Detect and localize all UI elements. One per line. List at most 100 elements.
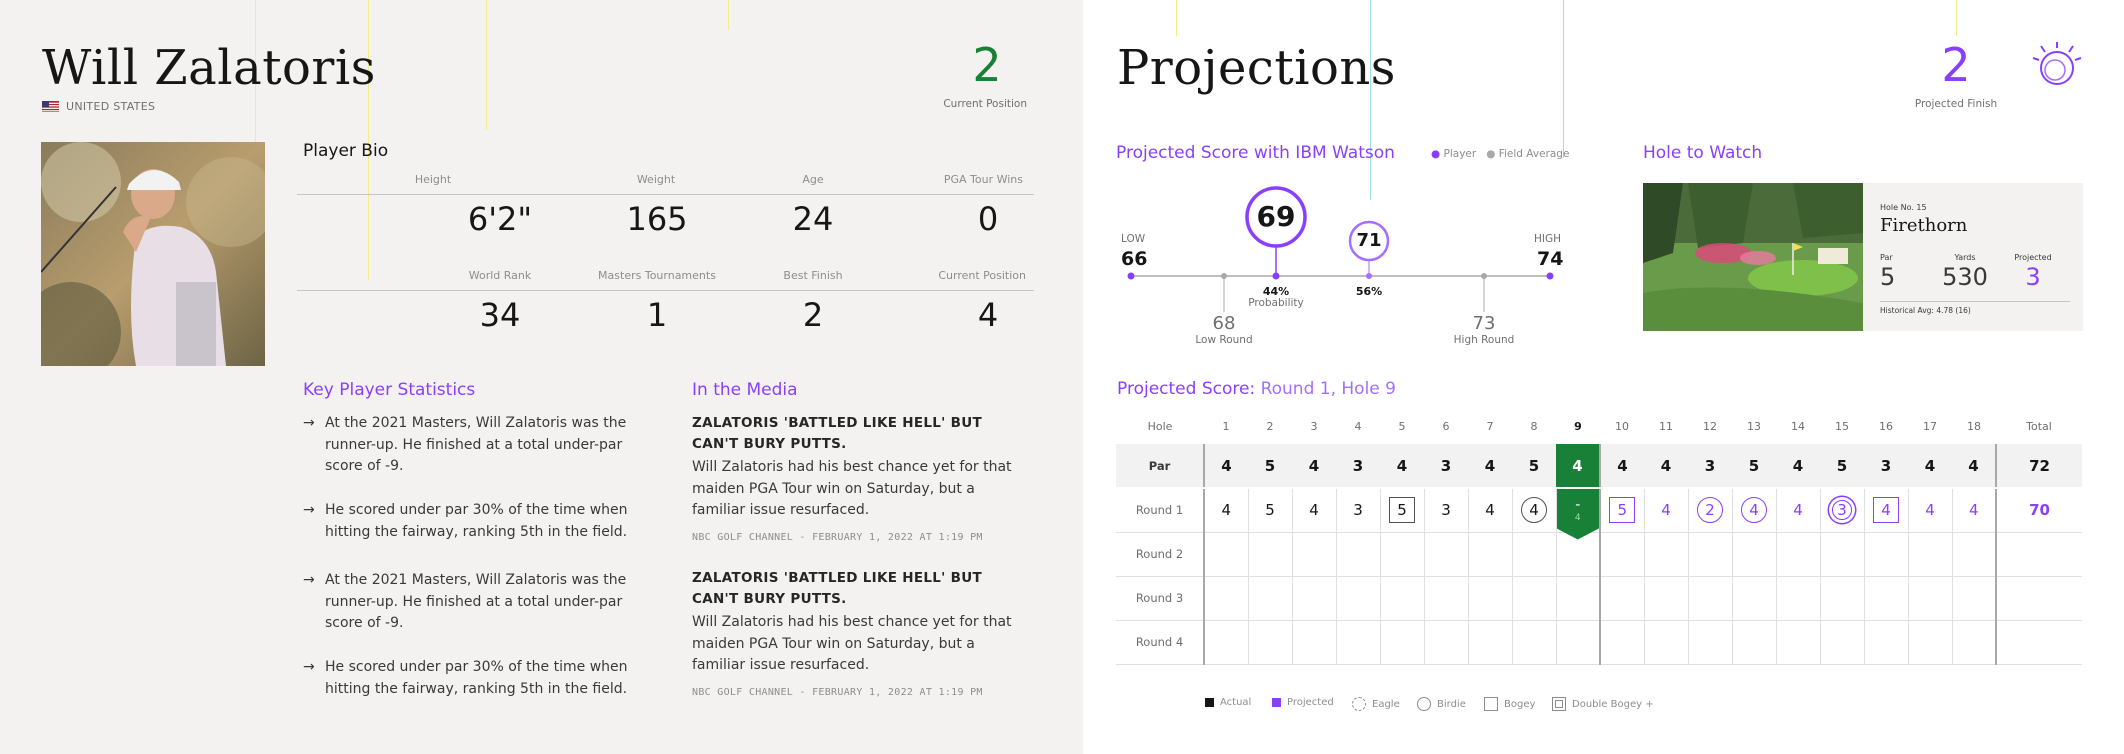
par-cell: 4 xyxy=(1776,444,1820,489)
score-legend: ● Player ● Field Average xyxy=(1431,148,1569,160)
stat-label: Weight xyxy=(636,173,676,186)
round-2-label: Round 2 xyxy=(1116,532,1204,577)
stat-value: 24 xyxy=(792,200,834,238)
par-cell: 3 xyxy=(1424,444,1468,489)
eagle-icon xyxy=(1352,697,1366,711)
hole-name: Firethorn xyxy=(1880,215,1968,236)
stat-label: Current Position xyxy=(938,269,1026,282)
legend-eagle: Eagle xyxy=(1352,697,1400,711)
stat-label: World Rank xyxy=(468,269,532,282)
hole-number: 1 xyxy=(1222,419,1230,433)
divider xyxy=(297,194,1034,195)
media-headline[interactable]: ZALATORIS 'BATTLED LIKE HELL' BUT CAN'T … xyxy=(692,413,1022,455)
media-article[interactable]: ZALATORIS 'BATTLED LIKE HELL' BUT CAN'T … xyxy=(692,413,1022,543)
score-cell: 4 xyxy=(1643,488,1688,533)
par-cell: 5 xyxy=(1248,444,1292,489)
par-row-label: Par xyxy=(1116,444,1204,489)
hole-number: 14 xyxy=(1791,419,1805,433)
score-cell: 4 xyxy=(1907,488,1952,533)
par-cell: 5 xyxy=(1732,444,1776,489)
guide-line xyxy=(1563,0,1564,158)
key-stat-item: → He scored under par 30% of the time whe… xyxy=(303,502,628,540)
round-1-label: Round 1 xyxy=(1116,488,1204,533)
birdie-mark: 4 xyxy=(1521,497,1547,524)
hole-number: 11 xyxy=(1659,419,1673,433)
media-meta: NBC GOLF CHANNEL - FEBRUARY 1, 2022 AT 1… xyxy=(692,531,983,543)
par-cell: 3 xyxy=(1688,444,1732,489)
guide-line xyxy=(1176,0,1177,36)
guide-line xyxy=(486,0,487,130)
guide-line xyxy=(1956,0,1957,36)
score-cell: 3 xyxy=(1819,488,1864,533)
bogey-mark: 5 xyxy=(1389,497,1415,524)
stat-label: Height xyxy=(414,173,452,186)
bio-title: Player Bio xyxy=(303,141,389,161)
par-cell: 4 xyxy=(1292,444,1336,489)
score-cell: 5 xyxy=(1379,488,1424,533)
score-cell: 4 xyxy=(1731,488,1776,533)
divider xyxy=(1880,301,2070,302)
player-photo xyxy=(41,142,265,366)
media-meta: NBC GOLF CHANNEL - FEBRUARY 1, 2022 AT 1… xyxy=(692,686,983,698)
actual-swatch-icon xyxy=(1205,698,1214,707)
hole-number: 12 xyxy=(1703,419,1717,433)
par-cell: 4 xyxy=(1599,444,1644,489)
hole-number: 4 xyxy=(1354,419,1362,433)
total-header: Total xyxy=(2026,419,2052,433)
stat-label: Masters Tournaments xyxy=(598,269,716,282)
probability-label: Probability xyxy=(1248,297,1304,309)
legend-double-bogey: Double Bogey + xyxy=(1552,697,1654,711)
legend-player: ● Player xyxy=(1431,148,1477,160)
hole-number: 16 xyxy=(1879,419,1893,433)
low-round-value: 68 xyxy=(1212,313,1236,334)
media-body: Will Zalatoris had his best chance yet f… xyxy=(692,614,1012,673)
round-4-label: Round 4 xyxy=(1116,620,1204,665)
score-cell: 4 xyxy=(1863,488,1908,533)
arrow-right-icon: → xyxy=(303,502,315,518)
hole-number: 17 xyxy=(1923,419,1937,433)
stat-value: 4 xyxy=(977,296,999,334)
round-3-label: Round 3 xyxy=(1116,576,1204,621)
player-panel: Will Zalatoris UNITED STATES 2 Current P… xyxy=(0,0,1083,754)
key-stat-item: → At the 2021 Masters, Will Zalatoris was… xyxy=(303,572,627,631)
par-cell: 4 xyxy=(1908,444,1952,489)
legend-projected: Projected xyxy=(1272,697,1334,708)
par-cell: 4 xyxy=(1952,444,1996,489)
field-average-score: 71 xyxy=(1356,230,1382,251)
score-cell: 5 xyxy=(1247,488,1292,533)
country: UNITED STATES xyxy=(42,100,155,113)
bogey-mark: 5 xyxy=(1609,497,1636,524)
stat-value: 2 xyxy=(802,296,824,334)
page-title: Projections xyxy=(1117,40,1396,96)
score-cell: 3 xyxy=(1335,488,1380,533)
media-headline[interactable]: ZALATORIS 'BATTLED LIKE HELL' BUT CAN'T … xyxy=(692,568,1022,610)
hole-number: 6 xyxy=(1442,419,1450,433)
score-cell: 4 xyxy=(1511,488,1556,533)
par-cell: 5 xyxy=(1512,444,1556,489)
score-cell: 4 xyxy=(1951,488,1996,533)
key-stats-title: Key Player Statistics xyxy=(303,380,476,400)
us-flag-icon xyxy=(42,101,59,112)
par-cell: 4 xyxy=(1468,444,1512,489)
media-article[interactable]: ZALATORIS 'BATTLED LIKE HELL' BUT CAN'T … xyxy=(692,568,1022,698)
eagle-mark: 3 xyxy=(1832,500,1852,521)
projected-finish-value: 2 xyxy=(1941,38,1971,92)
stat-value: 34 xyxy=(479,296,521,334)
projected-value: 3 xyxy=(2025,263,2041,291)
scorecard-title: Projected Score: Round 1, Hole 9 xyxy=(1117,379,1396,399)
key-stat-item: → He scored under par 30% of the time whe… xyxy=(303,659,628,697)
yards-value: 530 xyxy=(1942,263,1988,291)
yards-label: Yards xyxy=(1954,253,1976,262)
scorecard-table: Hole 1 2 3 4 5 6 7 8 9 10 11 12 13 14 15… xyxy=(1116,408,2082,665)
score-cell: 3 xyxy=(1423,488,1468,533)
current-position-label: Current Position xyxy=(943,98,1027,110)
birdie-mark: 4 xyxy=(1741,497,1767,524)
score-cell: 2 xyxy=(1687,488,1732,533)
field-probability: 56% xyxy=(1355,285,1383,298)
country-label: UNITED STATES xyxy=(66,100,156,113)
projected-swatch-icon xyxy=(1272,698,1281,707)
hole-image xyxy=(1643,183,1863,331)
hole-header: Hole xyxy=(1147,419,1173,433)
player-name: Will Zalatoris xyxy=(42,40,376,96)
hole-number: 2 xyxy=(1266,419,1274,433)
